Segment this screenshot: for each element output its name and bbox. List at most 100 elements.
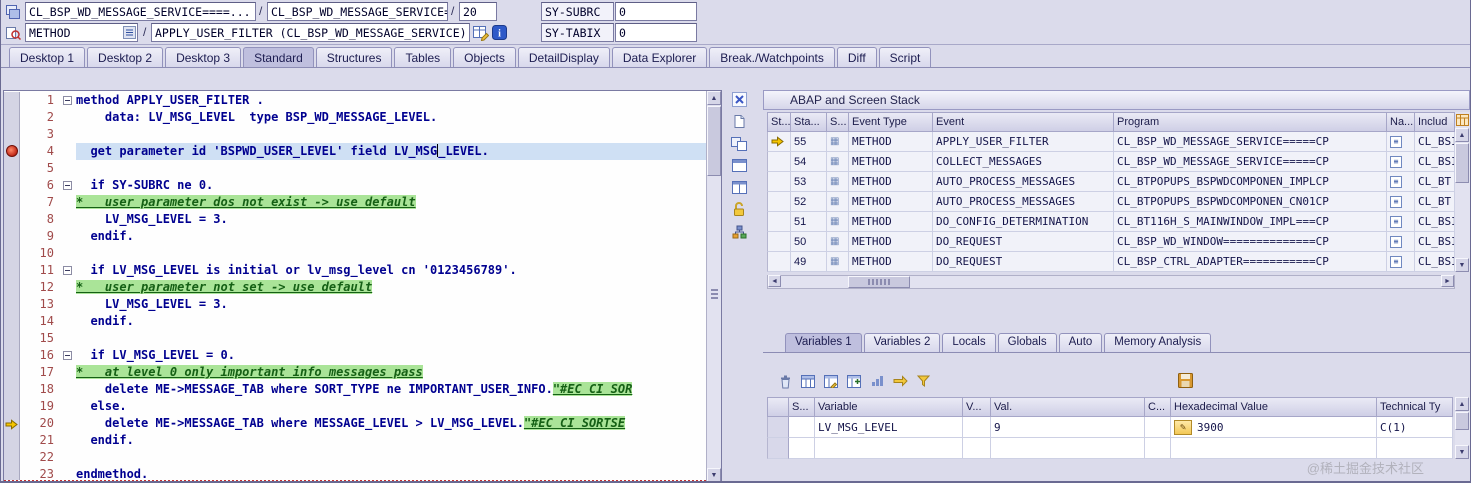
- navigate-icon[interactable]: ≡: [1390, 195, 1402, 208]
- code-text[interactable]: if LV_MSG_LEVEL is initial or lv_msg_lev…: [76, 262, 706, 279]
- add-column-icon[interactable]: [846, 373, 862, 389]
- stack-column-navigate[interactable]: Na...: [1387, 112, 1415, 132]
- navigate-icon[interactable]: ≡: [1390, 215, 1402, 228]
- variables-column-s[interactable]: S...: [789, 397, 815, 417]
- delete-icon[interactable]: [777, 373, 793, 389]
- line-gutter[interactable]: [4, 330, 20, 347]
- code-editor[interactable]: 1 method APPLY_USER_FILTER .2 data: LV_MS…: [3, 90, 722, 481]
- stack-column-program[interactable]: Program: [1114, 112, 1387, 132]
- variables-column-value[interactable]: Val.: [991, 397, 1145, 417]
- main-program-field[interactable]: CL_BSP_WD_MESSAGE_SERVICE====...: [25, 2, 256, 21]
- code-text[interactable]: else.: [76, 398, 706, 415]
- code-line[interactable]: 9 endif.: [4, 228, 706, 245]
- event-type-combo[interactable]: METHOD: [25, 23, 138, 42]
- code-line[interactable]: 2 data: LV_MSG_LEVEL type BSP_WD_MESSAGE…: [4, 109, 706, 126]
- stack-row[interactable]: 49 ▦ METHOD DO_REQUEST CL_BSP_CTRL_ADAPTER==…: [767, 252, 1455, 272]
- line-gutter[interactable]: [4, 92, 20, 109]
- navigate-icon[interactable]: ≡: [1390, 255, 1402, 268]
- code-line[interactable]: 18 delete ME->MESSAGE_TAB where SORT_TYP…: [4, 381, 706, 398]
- line-gutter[interactable]: [4, 313, 20, 330]
- tab-desktop-1[interactable]: Desktop 1: [9, 47, 86, 67]
- code-text[interactable]: [76, 160, 706, 177]
- close-icon[interactable]: [730, 91, 748, 108]
- code-text[interactable]: delete ME->MESSAGE_TAB where SORT_TYPE n…: [76, 381, 706, 398]
- code-text[interactable]: [76, 245, 706, 262]
- variables-vertical-scrollbar[interactable]: ▲ ▼: [1455, 397, 1470, 459]
- scroll-right-icon[interactable]: ►: [1441, 275, 1454, 287]
- line-gutter[interactable]: [4, 398, 20, 415]
- line-gutter[interactable]: [4, 126, 20, 143]
- stack-cell-navigate[interactable]: ≡: [1387, 212, 1415, 232]
- navigate-icon[interactable]: ≡: [1390, 175, 1402, 188]
- line-gutter[interactable]: [4, 449, 20, 466]
- stack-cell-navigate[interactable]: ≡: [1387, 172, 1415, 192]
- code-text[interactable]: if SY-SUBRC ne 0.: [76, 177, 706, 194]
- code-line[interactable]: 16 if LV_MSG_LEVEL = 0.: [4, 347, 706, 364]
- collapse-icon[interactable]: [63, 96, 72, 105]
- line-gutter[interactable]: [4, 245, 20, 262]
- line-gutter[interactable]: [4, 109, 20, 126]
- tab-script[interactable]: Script: [878, 47, 932, 67]
- stack-cell-navigate[interactable]: ≡: [1387, 252, 1415, 272]
- change-display-icon[interactable]: [472, 24, 489, 41]
- variables-tab-auto[interactable]: Auto: [1058, 333, 1103, 352]
- edit-columns-icon[interactable]: [823, 373, 839, 389]
- code-text[interactable]: endif.: [76, 432, 706, 449]
- stack-column-status[interactable]: St...: [767, 112, 791, 132]
- stack-row[interactable]: 55 ▦ METHOD APPLY_USER_FILTER CL_BSP_WD_MESS…: [767, 132, 1455, 152]
- code-text[interactable]: * user parameter not set -> use default: [76, 279, 706, 296]
- line-gutter[interactable]: [4, 432, 20, 449]
- navigate-icon[interactable]: ≡: [1390, 135, 1402, 148]
- scrollbar-thumb[interactable]: [1455, 143, 1469, 183]
- line-gutter[interactable]: [4, 466, 20, 480]
- code-line[interactable]: 8 LV_MSG_LEVEL = 3.: [4, 211, 706, 228]
- scroll-down-icon[interactable]: ▼: [1455, 258, 1469, 272]
- sy-subrc-value[interactable]: 0: [615, 2, 697, 21]
- scroll-left-icon[interactable]: ◄: [768, 275, 781, 287]
- line-gutter[interactable]: [4, 143, 20, 160]
- stack-column-level[interactable]: Sta...: [791, 112, 827, 132]
- code-text[interactable]: get parameter id 'BSPWD_USER_LEVEL' fiel…: [76, 143, 706, 160]
- stack-row[interactable]: 50 ▦ METHOD DO_REQUEST CL_BSP_WD_WINDOW=====…: [767, 232, 1455, 252]
- stack-row[interactable]: 53 ▦ METHOD AUTO_PROCESS_MESSAGES CL_BTPOPUP…: [767, 172, 1455, 192]
- scrollbar-thumb[interactable]: [848, 276, 910, 288]
- breakpoint-icon[interactable]: [6, 145, 18, 157]
- code-text[interactable]: LV_MSG_LEVEL = 3.: [76, 211, 706, 228]
- variable-row[interactable]: [767, 438, 1453, 459]
- line-gutter[interactable]: [4, 415, 20, 432]
- tab-standard[interactable]: Standard: [243, 47, 314, 67]
- line-gutter[interactable]: [4, 211, 20, 228]
- scrollbar-thumb[interactable]: [707, 106, 721, 176]
- code-line[interactable]: 7 * user parameter dos not exist -> use d…: [4, 194, 706, 211]
- code-line[interactable]: 22: [4, 449, 706, 466]
- variables-column-select[interactable]: [767, 397, 789, 417]
- stack-cell-navigate[interactable]: ≡: [1387, 132, 1415, 152]
- code-line[interactable]: 1 method APPLY_USER_FILTER .: [4, 92, 706, 109]
- code-text[interactable]: [76, 330, 706, 347]
- stack-cell-navigate[interactable]: ≡: [1387, 192, 1415, 212]
- variables-column-v[interactable]: V...: [963, 397, 991, 417]
- code-text[interactable]: endif.: [76, 228, 706, 245]
- tab-structures[interactable]: Structures: [315, 47, 393, 67]
- line-gutter[interactable]: [4, 194, 20, 211]
- splitter-grip[interactable]: [711, 287, 718, 299]
- stack-column-event[interactable]: Event: [933, 112, 1114, 132]
- info-icon[interactable]: i: [491, 24, 508, 41]
- code-line[interactable]: 6 if SY-SUBRC ne 0.: [4, 177, 706, 194]
- code-line[interactable]: 23 endmethod.: [4, 466, 706, 480]
- line-gutter[interactable]: [4, 262, 20, 279]
- code-text[interactable]: [76, 126, 706, 143]
- stack-column-type-icon[interactable]: S...: [827, 112, 849, 132]
- variables-column-variable[interactable]: Variable: [815, 397, 963, 417]
- stack-cell-navigate[interactable]: ≡: [1387, 232, 1415, 252]
- variables-column-hex[interactable]: Hexadecimal Value: [1171, 397, 1377, 417]
- code-text[interactable]: * at level 0 only important info message…: [76, 364, 706, 381]
- code-line[interactable]: 5: [4, 160, 706, 177]
- line-gutter[interactable]: [4, 381, 20, 398]
- line-gutter[interactable]: [4, 160, 20, 177]
- code-line[interactable]: 15: [4, 330, 706, 347]
- services-tool-icon[interactable]: [730, 223, 748, 240]
- variables-column-tech[interactable]: Technical Ty: [1377, 397, 1453, 417]
- scroll-up-icon[interactable]: ▲: [1455, 128, 1469, 142]
- tab-desktop-2[interactable]: Desktop 2: [87, 47, 164, 67]
